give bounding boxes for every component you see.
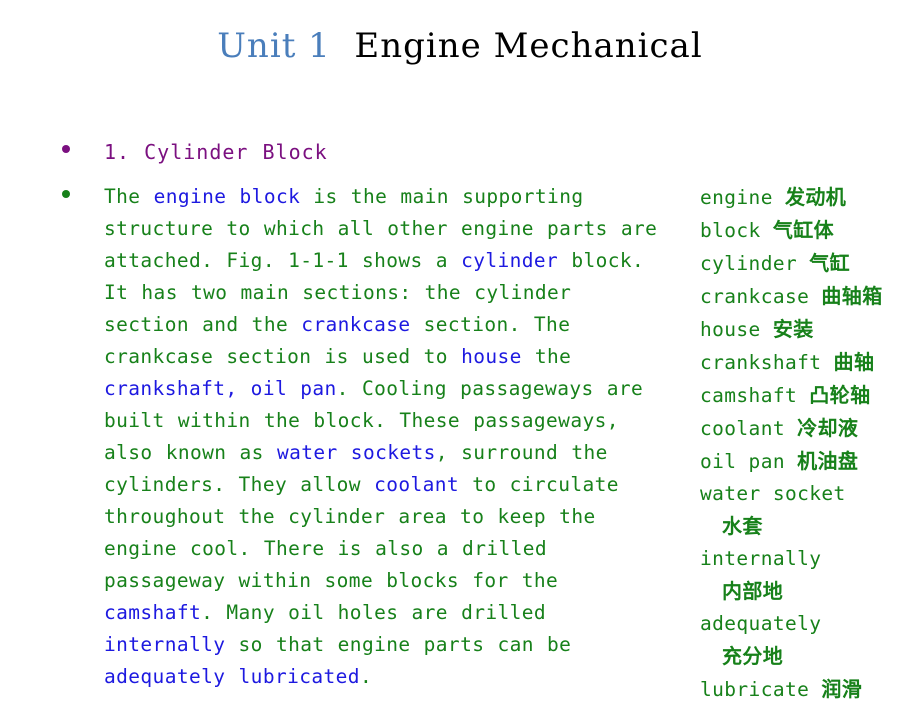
- body-text-run: engine cool. There is also a drilled: [104, 537, 548, 560]
- vocab-entry: cylinder 气缸: [700, 247, 920, 280]
- body-text-run: , surround the: [435, 441, 608, 464]
- vocab-entry: camshaft 凸轮轴: [700, 379, 920, 412]
- section-heading-label: 1. Cylinder Block: [104, 140, 328, 164]
- vocab-gloss-cn: 内部地: [722, 579, 784, 603]
- vocab-term: internally: [700, 547, 822, 570]
- body-text-run: It has two main sections: the cylinder: [104, 281, 572, 304]
- body-text-run: . Many oil holes are drilled: [201, 601, 547, 624]
- vocabulary-list: engine 发动机 block 气缸体 cylinder 气缸 crankcase …: [700, 181, 920, 706]
- page-title: Unit 1 Engine Mechanical: [0, 24, 920, 68]
- vocab-term: cylinder: [700, 252, 810, 275]
- body-text-run: also known as: [104, 441, 277, 464]
- body-text-run: .: [359, 665, 373, 688]
- vocab-gloss: 充分地: [700, 640, 920, 673]
- vocab-gloss-cn: 发动机: [784, 185, 847, 209]
- body-text-run: passageway within some blocks for the: [104, 569, 559, 592]
- vocab-term: crankcase: [700, 285, 822, 308]
- vocab-gloss-cn: 气缸: [809, 251, 851, 275]
- body-text-run: The: [104, 185, 154, 208]
- bullet-dot-icon: [62, 190, 70, 198]
- vocab-term: crankshaft: [700, 351, 834, 374]
- vocab-gloss-cn: 曲轴: [833, 350, 875, 374]
- vocab-gloss: 水套: [700, 510, 920, 543]
- body-text-run: so that engine parts can be: [225, 633, 572, 656]
- vocab-gloss: 内部地: [700, 575, 920, 608]
- vocab-gloss-cn: 安装: [772, 317, 814, 341]
- vocab-gloss-cn: 曲轴箱: [821, 284, 883, 308]
- vocab-gloss-cn: 充分地: [722, 644, 784, 668]
- vocab-term: house: [700, 318, 773, 341]
- vocab-gloss-cn: 润滑: [821, 677, 863, 701]
- vocab-gloss-cn: 气缸体: [772, 218, 835, 242]
- keyword-term: cylinder: [461, 249, 559, 272]
- vocab-term: water socket: [700, 482, 846, 505]
- body-text-run: built within the block. These passageway…: [104, 409, 619, 432]
- body-text-run: to circulate: [459, 473, 619, 496]
- body-text-run: . Cooling passageways are: [336, 377, 644, 400]
- vocab-entry: crankcase 曲轴箱: [700, 280, 920, 313]
- body-text-run: section. The: [410, 313, 571, 336]
- keyword-term: coolant: [374, 473, 460, 496]
- body-text-run: attached. Fig. 1-1-1 shows a: [104, 249, 462, 272]
- vocab-term: oil pan: [700, 450, 798, 473]
- vocab-entry: house 安装: [700, 313, 920, 346]
- vocab-term: adequately: [700, 612, 822, 635]
- vocab-entry: crankshaft 曲轴: [700, 346, 920, 379]
- keyword-term: internally: [104, 633, 226, 656]
- body-text-run: the: [521, 345, 572, 368]
- vocab-entry: block 气缸体: [700, 214, 920, 247]
- slide-body: 1. Cylinder Block The engine block is th…: [0, 130, 920, 701]
- keyword-term: crankcase: [301, 313, 411, 336]
- vocab-entry: engine 发动机: [700, 181, 920, 214]
- title-main-label: Engine Mechanical: [354, 26, 703, 66]
- title-unit-label: Unit 1: [217, 26, 331, 66]
- bullet-dot-icon: [62, 145, 70, 153]
- keyword-term: house: [461, 345, 522, 368]
- body-text-run: structure to which all other engine part…: [104, 217, 658, 240]
- vocab-gloss-cn: 水套: [722, 514, 763, 538]
- vocab-gloss-cn: 冷却液: [797, 416, 859, 440]
- keyword-term: water sockets: [276, 441, 436, 464]
- heading-bullet-row: 1. Cylinder Block: [62, 136, 662, 168]
- vocab-entry: oil pan 机油盘: [700, 445, 920, 478]
- body-text-run: throughout the cylinder area to keep the: [104, 505, 596, 528]
- body-paragraph: The engine block is the main supporting …: [104, 181, 662, 693]
- vocab-entry: coolant 冷却液: [700, 412, 920, 445]
- vocab-term: block: [700, 219, 773, 242]
- body-text-run: section and the: [104, 313, 302, 336]
- body-text-run: block.: [558, 249, 645, 272]
- vocab-term: coolant: [700, 417, 798, 440]
- keyword-term: crankshaft, oil pan: [104, 377, 337, 400]
- keyword-term: adequately lubricated: [104, 665, 360, 688]
- keyword-term: camshaft: [104, 601, 202, 624]
- body-text-run: cylinders. They allow: [104, 473, 375, 496]
- vocab-gloss-cn: 凸轮轴: [809, 383, 871, 407]
- body-text-run: is the main supporting: [300, 185, 584, 208]
- vocab-term: camshaft: [700, 384, 810, 407]
- keyword-term: engine block: [153, 185, 301, 208]
- body-text-run: crankcase section is used to: [104, 345, 462, 368]
- title-spacer: [331, 26, 355, 66]
- vocab-term: engine: [700, 186, 785, 209]
- vocab-gloss-cn: 机油盘: [797, 449, 859, 473]
- paragraph-bullet-row: The engine block is the main supporting …: [62, 181, 662, 693]
